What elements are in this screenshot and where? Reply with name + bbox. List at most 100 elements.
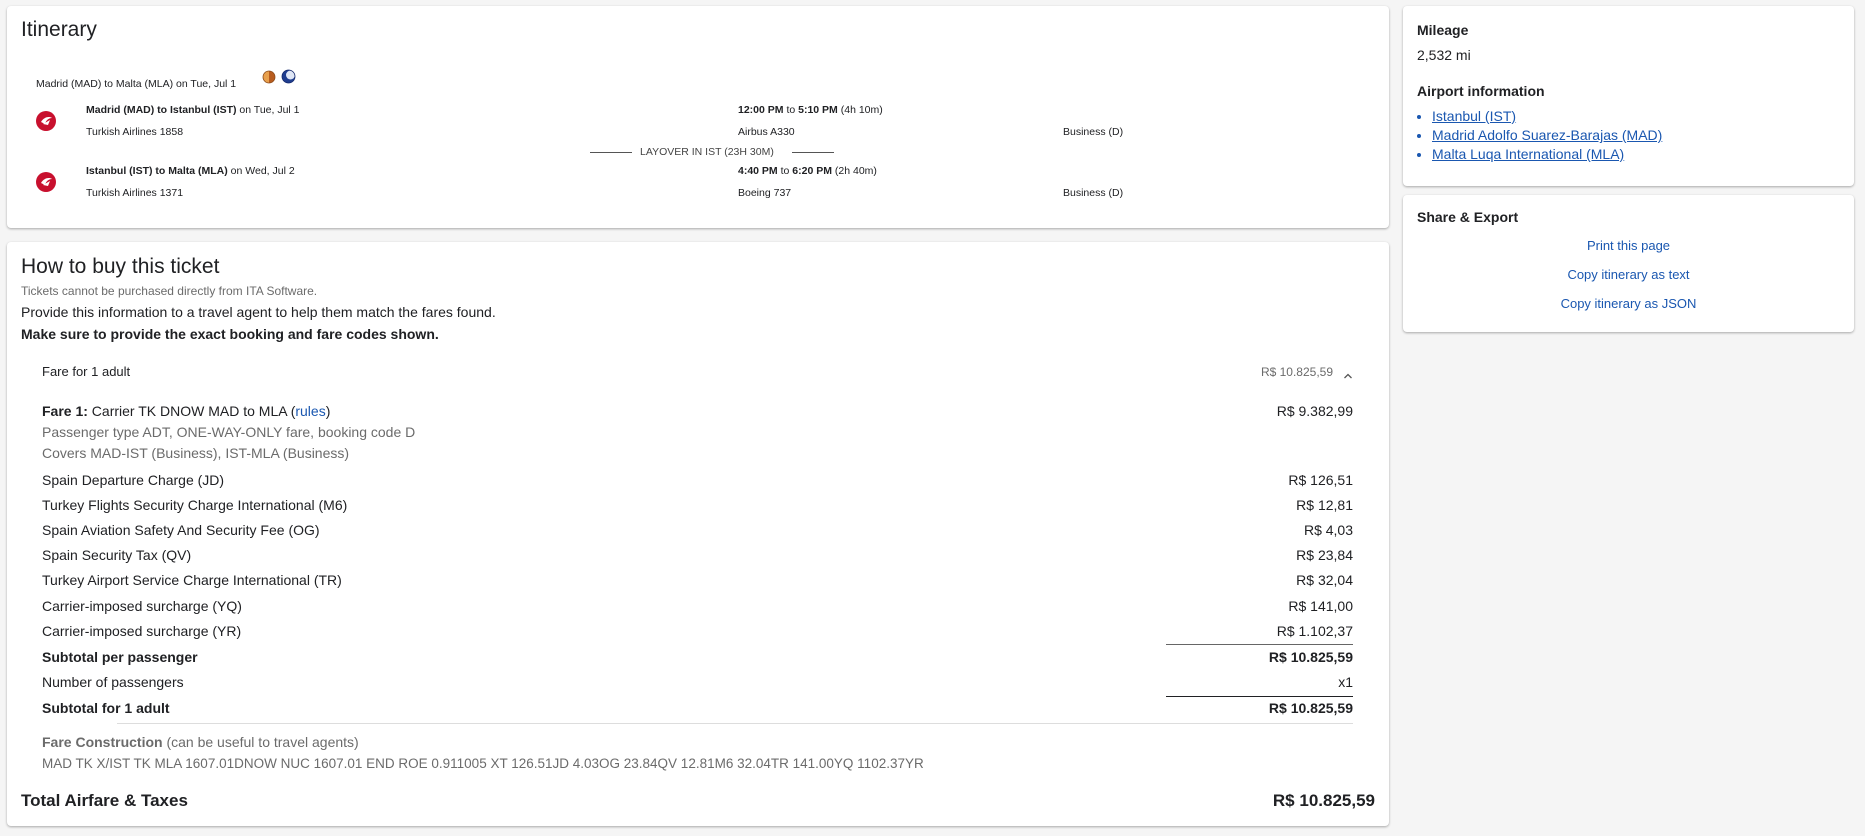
airport-item: Istanbul (IST) [1432,107,1662,126]
charge-amount: R$ 12,81 [1296,497,1353,513]
airport-list: Istanbul (IST) Madrid Adolfo Suarez-Bara… [1417,107,1662,164]
airport-item: Madrid Adolfo Suarez-Barajas (MAD) [1432,126,1662,145]
fare-construction-header: Fare Construction (can be useful to trav… [42,732,1353,752]
mileage-value: 2,532 mi [1417,47,1471,63]
fare-1-description: Carrier TK DNOW MAD to MLA ( [87,403,296,419]
fare-1-amount: R$ 9.382,99 [1276,403,1353,419]
layover-line-right [792,152,834,153]
airport-link-mad[interactable]: Madrid Adolfo Suarez-Barajas (MAD) [1432,127,1662,143]
buy-title: How to buy this ticket [21,255,220,278]
charge-row: Turkey Airport Service Charge Internatio… [42,570,1353,590]
charge-row: Spain Departure Charge (JD) R$ 126,51 [42,470,1353,490]
charge-label: Spain Departure Charge (JD) [42,472,225,488]
segment-1-route-name: Madrid (MAD) to Istanbul (IST) [86,104,237,116]
mileage-title: Mileage [1417,22,1469,38]
charge-row: Spain Security Tax (QV) R$ 23,84 [42,545,1353,565]
subtotal-adult-label: Subtotal for 1 adult [42,700,170,716]
itinerary-card: Itinerary Madrid (MAD) to Malta (MLA) on… [7,6,1389,228]
segment-1-date: on Tue, Jul 1 [236,104,300,116]
chevron-up-icon[interactable] [1343,367,1353,379]
charge-row: Turkey Flights Security Charge Internati… [42,495,1353,515]
subtotal-adult-rule [1166,696,1353,697]
segment-2-aircraft: Boeing 737 [738,187,792,199]
segment-2-cabin: Business (D) [1063,187,1124,199]
airport-item: Malta Luqa International (MLA) [1432,145,1662,164]
passengers-row: Number of passengers x1 [42,672,1353,692]
subtotal-rule [1166,644,1353,645]
segment-1-depart-time: 12:00 PM [738,104,784,116]
turkish-airlines-logo [36,111,56,131]
share-title: Share & Export [1417,209,1519,225]
fare-1-detail-1: Passenger type ADT, ONE-WAY-ONLY fare, b… [42,422,1353,442]
route-summary: Madrid (MAD) to Malta (MLA) on Tue, Jul … [36,78,237,90]
charge-label: Turkey Flights Security Charge Internati… [42,497,348,513]
buy-note: Tickets cannot be purchased directly fro… [21,284,318,298]
share-card: Share & Export Print this page Copy itin… [1403,195,1854,332]
fare-header-label: Fare for 1 adult [42,364,131,379]
segment-1-to: to [783,104,799,116]
subtotal-pp-label: Subtotal per passenger [42,649,198,665]
segment-2-arrive-time: 6:20 PM [792,165,832,177]
segment-1-flight: Turkish Airlines 1858 [86,126,184,138]
night-icon [281,69,296,89]
charge-label: Carrier-imposed surcharge (YQ) [42,598,242,614]
charge-amount: R$ 32,04 [1296,572,1353,588]
airport-link-ist[interactable]: Istanbul (IST) [1432,108,1516,124]
charge-row: Carrier-imposed surcharge (YR) R$ 1.102,3… [42,621,1353,641]
fare-1-detail-1-text: Passenger type ADT, ONE-WAY-ONLY fare, b… [42,424,416,440]
fare-1-row: Fare 1: Carrier TK DNOW MAD to MLA (rule… [42,401,1353,421]
charge-amount: R$ 141,00 [1288,598,1353,614]
segment-1-aircraft: Airbus A330 [738,126,795,138]
charge-label: Spain Security Tax (QV) [42,547,192,563]
fare-construction-value: MAD TK X/IST TK MLA 1607.01DNOW NUC 1607… [42,756,924,771]
copy-json-link[interactable]: Copy itinerary as JSON [1403,296,1854,311]
fare-header[interactable]: Fare for 1 adult R$ 10.825,59 [42,362,1353,382]
itinerary-title: Itinerary [21,18,97,41]
charge-amount: R$ 126,51 [1288,472,1353,488]
passengers-value: x1 [1338,674,1353,690]
copy-text-link[interactable]: Copy itinerary as text [1403,267,1854,282]
fare-header-amount: R$ 10.825,59 [1260,365,1333,379]
charge-amount: R$ 4,03 [1303,522,1353,538]
layover-line-left [590,152,632,153]
segment-2-times: 4:40 PM to 6:20 PM (2h 40m) [738,165,877,177]
subtotal-adult-amount: R$ 10.825,59 [1268,700,1353,716]
fare-1-text: Fare 1: Carrier TK DNOW MAD to MLA (rule… [42,401,330,421]
charge-amount: R$ 1.102,37 [1276,623,1353,639]
airport-link-mla[interactable]: Malta Luqa International (MLA) [1432,146,1624,162]
charge-label: Spain Aviation Safety And Security Fee (… [42,522,320,538]
sunrise-icon [262,70,276,89]
subtotal-pp-amount: R$ 10.825,59 [1268,649,1353,665]
segment-1-route: Madrid (MAD) to Istanbul (IST) on Tue, J… [86,104,300,116]
segment-1-duration: (4h 10m) [837,104,883,116]
fare-construction-divider [117,723,1353,724]
segment-2-flight: Turkish Airlines 1371 [86,187,184,199]
segment-1-cabin: Business (D) [1063,126,1124,138]
fare-1-label: Fare 1: [42,403,88,419]
subtotal-per-passenger-row: Subtotal per passenger R$ 10.825,59 [42,647,1353,667]
layover-label: LAYOVER IN IST (23H 30M) [640,146,774,158]
fare-1-close: ) [325,403,331,419]
segment-2-route: Istanbul (IST) to Malta (MLA) on Wed, Ju… [86,165,295,177]
segment-2-date: on Wed, Jul 2 [227,165,295,177]
mileage-card: Mileage 2,532 mi Airport information Ist… [1403,6,1854,186]
fare-construction-note: (can be useful to travel agents) [162,734,359,750]
charge-label: Carrier-imposed surcharge (YR) [42,623,242,639]
segment-1-arrive-time: 5:10 PM [798,104,838,116]
fare-1-detail-2-text: Covers MAD-IST (Business), IST-MLA (Busi… [42,445,350,461]
buy-instruction: Provide this information to a travel age… [21,304,496,320]
charge-row: Spain Aviation Safety And Security Fee (… [42,520,1353,540]
total-amount: R$ 10.825,59 [1272,791,1375,810]
fare-1-rules-link[interactable]: rules [295,403,325,419]
turkish-airlines-logo [36,172,56,192]
fare-construction-text: MAD TK X/IST TK MLA 1607.01DNOW NUC 1607… [42,754,1353,774]
passengers-label: Number of passengers [42,674,184,690]
subtotal-adult-row: Subtotal for 1 adult R$ 10.825,59 [42,698,1353,718]
total-label: Total Airfare & Taxes [21,791,188,810]
print-page-link[interactable]: Print this page [1403,238,1854,253]
airport-info-title: Airport information [1417,83,1545,99]
charge-amount: R$ 23,84 [1296,547,1353,563]
buy-card: How to buy this ticket Tickets cannot be… [7,242,1389,826]
segment-2-to: to [777,165,793,177]
buy-warning: Make sure to provide the exact booking a… [21,326,439,342]
